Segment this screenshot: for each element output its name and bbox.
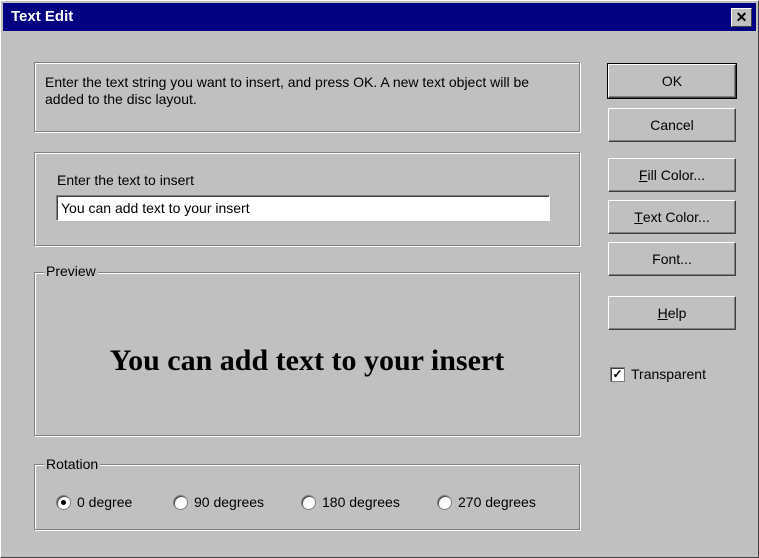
radio-icon	[301, 494, 316, 510]
rotation-option-label: 0 degree	[77, 494, 133, 510]
preview-text: You can add text to your insert	[109, 344, 505, 377]
instructions-text: Enter the text string you want to insert…	[45, 74, 530, 107]
radio-icon	[173, 494, 188, 510]
text-color-label: ext Color...	[642, 209, 710, 225]
rotation-option-label: 90 degrees	[194, 494, 265, 510]
window-title: Text Edit	[11, 8, 74, 25]
rotation-option-label: 180 degrees	[322, 494, 400, 510]
ok-button-label: OK	[661, 73, 683, 89]
rotation-option-label: 270 degrees	[458, 494, 536, 510]
text-color-button[interactable]: Text Color...	[608, 200, 736, 234]
checkmark-icon: ✓	[610, 366, 625, 382]
fill-color-accel: F	[638, 167, 648, 183]
close-button[interactable]: ✕	[731, 8, 752, 27]
rotation-radio-270[interactable]: 270 degrees	[437, 494, 536, 510]
fill-color-label: ill Color...	[647, 167, 706, 183]
transparent-label: Transparent	[631, 366, 706, 382]
title-bar: Text Edit ✕	[3, 3, 756, 31]
help-button[interactable]: Help	[608, 296, 736, 330]
fill-color-button[interactable]: Fill Color...	[608, 158, 736, 192]
cancel-button[interactable]: Cancel	[608, 108, 736, 142]
rotation-radio-90[interactable]: 90 degrees	[173, 494, 264, 510]
rotation-radio-180[interactable]: 180 degrees	[301, 494, 400, 510]
cancel-button-label: Cancel	[650, 117, 694, 133]
help-accel: H	[657, 305, 668, 321]
transparent-checkbox[interactable]: ✓ Transparent	[610, 366, 706, 382]
text-entry-label: Enter the text to insert	[57, 172, 194, 188]
instructions-panel: Enter the text string you want to insert…	[34, 62, 580, 132]
radio-selected-icon	[56, 494, 71, 510]
close-icon: ✕	[735, 9, 748, 25]
rotation-radio-0[interactable]: 0 degree	[56, 494, 132, 510]
rotation-legend: Rotation	[44, 456, 101, 472]
radio-icon	[437, 494, 452, 510]
preview-legend: Preview	[44, 263, 98, 279]
font-button[interactable]: Font...	[608, 242, 736, 276]
text-input[interactable]	[56, 195, 550, 221]
help-button-label: elp	[667, 305, 687, 321]
ok-button[interactable]: OK	[607, 63, 737, 99]
font-button-label: Font...	[652, 251, 692, 267]
text-color-accel: T	[634, 209, 643, 225]
